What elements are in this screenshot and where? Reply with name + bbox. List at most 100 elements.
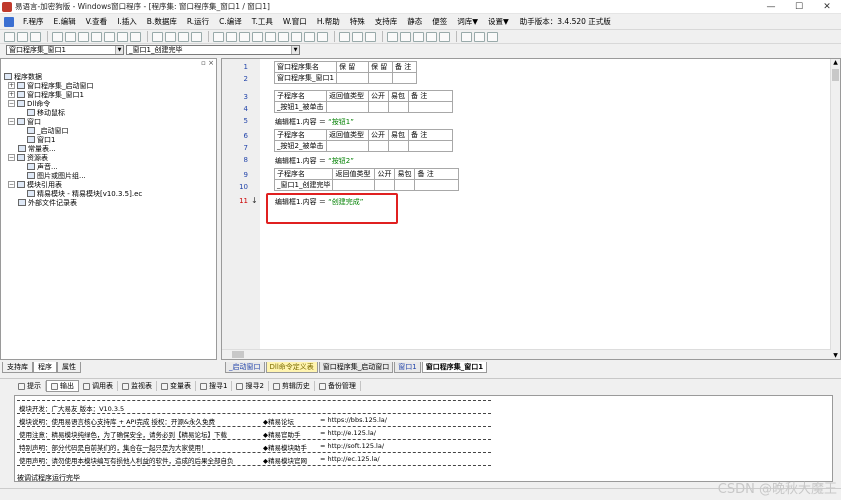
- tab-call-stack[interactable]: 调用表: [79, 381, 118, 391]
- scroll-up-icon[interactable]: ▲: [831, 59, 840, 68]
- tab-clip-history[interactable]: 剪辑历史: [269, 381, 315, 391]
- table-cell[interactable]: [394, 179, 416, 191]
- table-cell[interactable]: [408, 140, 453, 152]
- run-to-cursor-icon[interactable]: [278, 31, 289, 42]
- editor-vertical-scrollbar[interactable]: ▲ ▼: [830, 59, 840, 359]
- code-line[interactable]: 编辑框1.内容 ＝ “按钮2”: [275, 156, 354, 166]
- cut-icon[interactable]: [52, 31, 63, 42]
- tab-support-lib[interactable]: 支持库: [2, 362, 33, 373]
- tab-output[interactable]: 输出: [46, 380, 79, 392]
- scroll-thumb[interactable]: [232, 351, 244, 358]
- menu-help[interactable]: H.帮助: [312, 16, 345, 27]
- bookmark-prev-icon[interactable]: [400, 31, 411, 42]
- chevron-down-icon[interactable]: ▼: [115, 46, 123, 54]
- output-url[interactable]: = http://soft.125.la/: [320, 442, 384, 450]
- plugin-icon[interactable]: [461, 31, 472, 42]
- maximize-button[interactable]: ☐: [785, 0, 813, 14]
- format-icon[interactable]: [439, 31, 450, 42]
- menu-database[interactable]: B.数据库: [142, 16, 182, 27]
- code-line[interactable]: 编辑框1.内容 ＝ “按钮1”: [275, 117, 354, 127]
- menu-view[interactable]: V.查看: [81, 16, 113, 27]
- subroutine-table[interactable]: 子程序名 返回值类型 公开 易包 备 注 _窗口1_创建完毕: [273, 168, 460, 191]
- table-cell[interactable]: [326, 101, 369, 113]
- tab-variables[interactable]: 变量表: [157, 381, 196, 391]
- menu-tools[interactable]: T.工具: [247, 16, 278, 27]
- table-row[interactable]: 窗口程序集_窗口1: [274, 72, 417, 84]
- menu-lexicon[interactable]: 词库▼: [452, 16, 483, 27]
- copy-icon[interactable]: [65, 31, 76, 42]
- tab-window1[interactable]: 窗口1: [394, 362, 421, 373]
- tab-search2[interactable]: 搜寻2: [232, 381, 269, 391]
- bookmark-icon[interactable]: [387, 31, 398, 42]
- tab-backup[interactable]: 备份管理: [315, 381, 361, 391]
- find-icon[interactable]: [130, 31, 141, 42]
- chevron-down-icon[interactable]: ▼: [291, 46, 299, 54]
- table-cell[interactable]: [392, 72, 417, 84]
- table-cell[interactable]: [368, 101, 389, 113]
- table-cell[interactable]: [408, 101, 453, 113]
- menu-compile[interactable]: C.编译: [214, 16, 247, 27]
- menu-static[interactable]: 静态: [402, 16, 427, 27]
- trace-icon[interactable]: [317, 31, 328, 42]
- table-cell[interactable]: [326, 140, 369, 152]
- tab-assembly-start-window[interactable]: 窗口程序集_启动窗口: [318, 362, 394, 373]
- collapse-icon[interactable]: −: [8, 154, 15, 161]
- output-url[interactable]: = http://ec.125.la/: [320, 455, 380, 463]
- undo-icon[interactable]: [104, 31, 115, 42]
- menu-program[interactable]: F.程序: [18, 16, 49, 27]
- table-cell[interactable]: 窗口程序集_窗口1: [274, 72, 337, 84]
- subroutine-name[interactable]: _窗口1_创建完毕: [273, 179, 334, 191]
- compile-icon[interactable]: [352, 31, 363, 42]
- tab-program[interactable]: 程序: [33, 362, 57, 373]
- menu-edit[interactable]: E.编辑: [49, 16, 81, 27]
- bookmark-next-icon[interactable]: [413, 31, 424, 42]
- subroutine-table[interactable]: 子程序名 返回值类型 公开 易包 备 注 _按钮2_被单击: [274, 129, 453, 152]
- assembly-table[interactable]: 窗口程序集名 保 留 保 留 备 注 窗口程序集_窗口1: [274, 61, 417, 84]
- expand-icon[interactable]: +: [8, 91, 15, 98]
- tab-watch[interactable]: 监视表: [118, 381, 157, 391]
- table-cell[interactable]: [414, 179, 460, 191]
- menu-notes[interactable]: 便签: [427, 16, 452, 27]
- table-row[interactable]: _窗口1_创建完毕: [273, 179, 460, 191]
- menu-insert[interactable]: I.插入: [112, 16, 142, 27]
- tab-search1[interactable]: 搜寻1: [196, 381, 233, 391]
- run-icon[interactable]: [213, 31, 224, 42]
- open-file-icon[interactable]: [17, 31, 28, 42]
- tree-item[interactable]: 外部文件记录表: [18, 198, 77, 207]
- layout-icon[interactable]: [152, 31, 163, 42]
- subroutine-table[interactable]: 子程序名 返回值类型 公开 易包 备 注 _按钮1_被单击: [274, 90, 453, 113]
- tab-start-window[interactable]: _启动窗口: [225, 362, 265, 373]
- subroutine-name[interactable]: _按钮1_被单击: [274, 101, 327, 113]
- close-button[interactable]: ✕: [813, 0, 841, 14]
- window-icon[interactable]: [165, 31, 176, 42]
- menu-run[interactable]: R.运行: [182, 16, 214, 27]
- collapse-icon[interactable]: −: [8, 181, 15, 188]
- menu-special[interactable]: 特殊: [345, 16, 370, 27]
- tab-properties[interactable]: 属性: [57, 362, 81, 373]
- step-out-icon[interactable]: [265, 31, 276, 42]
- redo-icon[interactable]: [117, 31, 128, 42]
- scroll-thumb[interactable]: [832, 69, 839, 81]
- align-icon[interactable]: [339, 31, 350, 42]
- stop-icon[interactable]: [226, 31, 237, 42]
- expand-icon[interactable]: +: [8, 82, 15, 89]
- output-url[interactable]: = http://e.125.la/: [320, 429, 376, 437]
- scroll-down-icon[interactable]: ▼: [831, 352, 840, 359]
- menu-settings[interactable]: 设置▼: [483, 16, 514, 27]
- tab-assembly-window1[interactable]: 窗口程序集_窗口1: [421, 362, 488, 373]
- panel-pin-close-icon[interactable]: ▫ ×: [201, 59, 214, 67]
- output-panel[interactable]: 模块开发：广大易友 版本：V10.3.5 模块说明：使用易语言核心支持库 + A…: [14, 395, 833, 482]
- table-cell[interactable]: [336, 72, 369, 84]
- table-cell[interactable]: [388, 140, 409, 152]
- subroutine-select[interactable]: _窗口1_创建完毕 ▼: [126, 45, 300, 55]
- menu-window[interactable]: W.窗口: [278, 16, 312, 27]
- tab-dll-definitions[interactable]: Dll命令定义表: [265, 362, 318, 373]
- table-cell[interactable]: [388, 101, 409, 113]
- zoom-icon[interactable]: [474, 31, 485, 42]
- tab-hints[interactable]: 提示: [14, 381, 46, 391]
- table-row[interactable]: _按钮2_被单击: [274, 140, 453, 152]
- menu-app-icon[interactable]: [4, 16, 14, 27]
- new-file-icon[interactable]: [4, 31, 15, 42]
- delete-icon[interactable]: [91, 31, 102, 42]
- save-icon[interactable]: [30, 31, 41, 42]
